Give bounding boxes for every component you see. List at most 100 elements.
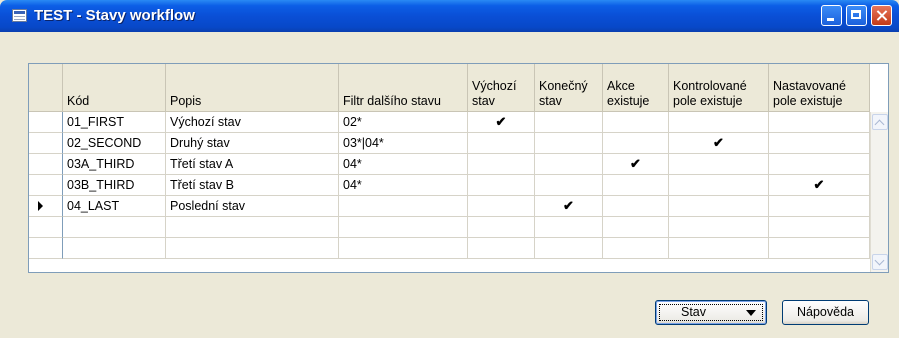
header-action-exists[interactable]: Akce existuje <box>603 64 669 112</box>
cell-code[interactable]: 03B_THIRD <box>63 175 166 196</box>
row-selector[interactable] <box>29 154 63 175</box>
cell-set-field-exists[interactable] <box>769 217 870 238</box>
cell-initial-state[interactable] <box>468 175 535 196</box>
cell-set-field-exists[interactable]: ✔ <box>769 175 870 196</box>
header-final-state[interactable]: Konečný stav <box>535 64 603 112</box>
cell-final-state[interactable] <box>535 217 603 238</box>
cell-code[interactable]: 02_SECOND <box>63 133 166 154</box>
current-row-pointer-icon <box>38 201 43 211</box>
cell-checked-field-exists[interactable] <box>669 112 769 133</box>
table-row[interactable] <box>29 217 870 238</box>
row-selector[interactable] <box>29 112 63 133</box>
cell-set-field-exists[interactable] <box>769 238 870 259</box>
table-row[interactable]: 04_LAST Poslední stav ✔ <box>29 196 870 217</box>
checkmark-icon: ✔ <box>813 177 825 192</box>
cell-set-field-exists[interactable] <box>769 154 870 175</box>
cell-final-state[interactable] <box>535 154 603 175</box>
cell-checked-field-exists[interactable] <box>669 196 769 217</box>
cell-description[interactable] <box>166 238 339 259</box>
table-row[interactable]: 03A_THIRD Třetí stav A 04* ✔ <box>29 154 870 175</box>
scroll-up-button[interactable] <box>872 114 888 130</box>
cell-filter[interactable]: 03*|04* <box>339 133 468 154</box>
cell-filter[interactable]: 02* <box>339 112 468 133</box>
cell-filter[interactable] <box>339 217 468 238</box>
cell-description[interactable]: Třetí stav A <box>166 154 339 175</box>
scroll-down-button[interactable] <box>872 254 888 270</box>
states-table[interactable]: Kód Popis Filtr dalšího stavu Výchozí stav K… <box>28 63 889 273</box>
checkmark-icon: ✔ <box>495 114 507 129</box>
cell-action-exists[interactable] <box>603 112 669 133</box>
cell-set-field-exists[interactable] <box>769 112 870 133</box>
cell-final-state[interactable] <box>535 112 603 133</box>
cell-initial-state[interactable] <box>468 196 535 217</box>
cell-filter[interactable]: 04* <box>339 154 468 175</box>
cell-set-field-exists[interactable] <box>769 133 870 154</box>
cell-action-exists[interactable] <box>603 238 669 259</box>
cell-action-exists[interactable] <box>603 175 669 196</box>
cell-initial-state[interactable] <box>468 154 535 175</box>
stav-menu-button[interactable]: Stav <box>655 300 767 325</box>
workflow-states-window: TEST - Stavy workflow Kód Popis Filtr dalš… <box>0 0 899 338</box>
header-initial-state[interactable]: Výchozí stav <box>468 64 535 112</box>
cell-description[interactable]: Výchozí stav <box>166 112 339 133</box>
table-window-icon[interactable] <box>12 9 27 22</box>
cell-code[interactable]: 04_LAST <box>63 196 166 217</box>
cell-final-state[interactable] <box>535 175 603 196</box>
header-set-field-exists[interactable]: Nastavované pole existuje <box>769 64 870 112</box>
cell-description[interactable]: Druhý stav <box>166 133 339 154</box>
row-selector[interactable] <box>29 238 63 259</box>
cell-code[interactable]: 01_FIRST <box>63 112 166 133</box>
table-row[interactable]: 02_SECOND Druhý stav 03*|04* ✔ <box>29 133 870 154</box>
row-selector-header[interactable] <box>29 64 63 112</box>
table-row[interactable] <box>29 238 870 259</box>
header-checked-field-exists[interactable]: Kontrolované pole existuje <box>669 64 769 112</box>
cell-description[interactable]: Poslední stav <box>166 196 339 217</box>
cell-final-state[interactable]: ✔ <box>535 196 603 217</box>
dropdown-arrow-icon[interactable] <box>746 310 756 316</box>
cell-initial-state[interactable] <box>468 238 535 259</box>
cell-action-exists[interactable] <box>603 133 669 154</box>
cell-initial-state[interactable] <box>468 133 535 154</box>
checkmark-icon: ✔ <box>563 198 574 213</box>
cell-initial-state[interactable]: ✔ <box>468 112 535 133</box>
cell-final-state[interactable] <box>535 238 603 259</box>
cell-action-exists[interactable]: ✔ <box>603 154 669 175</box>
cell-filter[interactable]: 04* <box>339 175 468 196</box>
cell-filter[interactable] <box>339 238 468 259</box>
table-row[interactable]: 03B_THIRD Třetí stav B 04* ✔ <box>29 175 870 196</box>
checkmark-icon: ✔ <box>713 135 724 150</box>
cell-checked-field-exists[interactable] <box>669 217 769 238</box>
cell-initial-state[interactable] <box>468 217 535 238</box>
checkmark-icon: ✔ <box>630 156 641 171</box>
cell-filter[interactable] <box>339 196 468 217</box>
table-row[interactable]: 01_FIRST Výchozí stav 02* ✔ <box>29 112 870 133</box>
help-button[interactable]: Nápověda <box>782 300 869 325</box>
row-selector[interactable] <box>29 175 63 196</box>
title-bar[interactable]: TEST - Stavy workflow <box>0 0 899 32</box>
header-next-state-filter[interactable]: Filtr dalšího stavu <box>339 64 468 112</box>
cell-final-state[interactable] <box>535 133 603 154</box>
cell-description[interactable] <box>166 217 339 238</box>
minimize-button[interactable] <box>821 5 842 26</box>
cell-checked-field-exists[interactable] <box>669 175 769 196</box>
row-selector[interactable] <box>29 196 63 217</box>
cell-checked-field-exists[interactable]: ✔ <box>669 133 769 154</box>
cell-set-field-exists[interactable] <box>769 196 870 217</box>
window-title: TEST - Stavy workflow <box>34 7 195 24</box>
row-selector[interactable] <box>29 133 63 154</box>
cell-code[interactable]: 03A_THIRD <box>63 154 166 175</box>
maximize-button[interactable] <box>846 5 867 26</box>
stav-button-label: Stav <box>681 305 707 319</box>
header-code[interactable]: Kód <box>63 64 166 112</box>
close-button[interactable] <box>871 5 892 26</box>
cell-checked-field-exists[interactable] <box>669 238 769 259</box>
cell-checked-field-exists[interactable] <box>669 154 769 175</box>
row-selector[interactable] <box>29 217 63 238</box>
cell-action-exists[interactable] <box>603 196 669 217</box>
cell-action-exists[interactable] <box>603 217 669 238</box>
cell-code[interactable] <box>63 238 166 259</box>
vertical-scrollbar[interactable] <box>870 112 888 272</box>
cell-code[interactable] <box>63 217 166 238</box>
cell-description[interactable]: Třetí stav B <box>166 175 339 196</box>
header-description[interactable]: Popis <box>166 64 339 112</box>
